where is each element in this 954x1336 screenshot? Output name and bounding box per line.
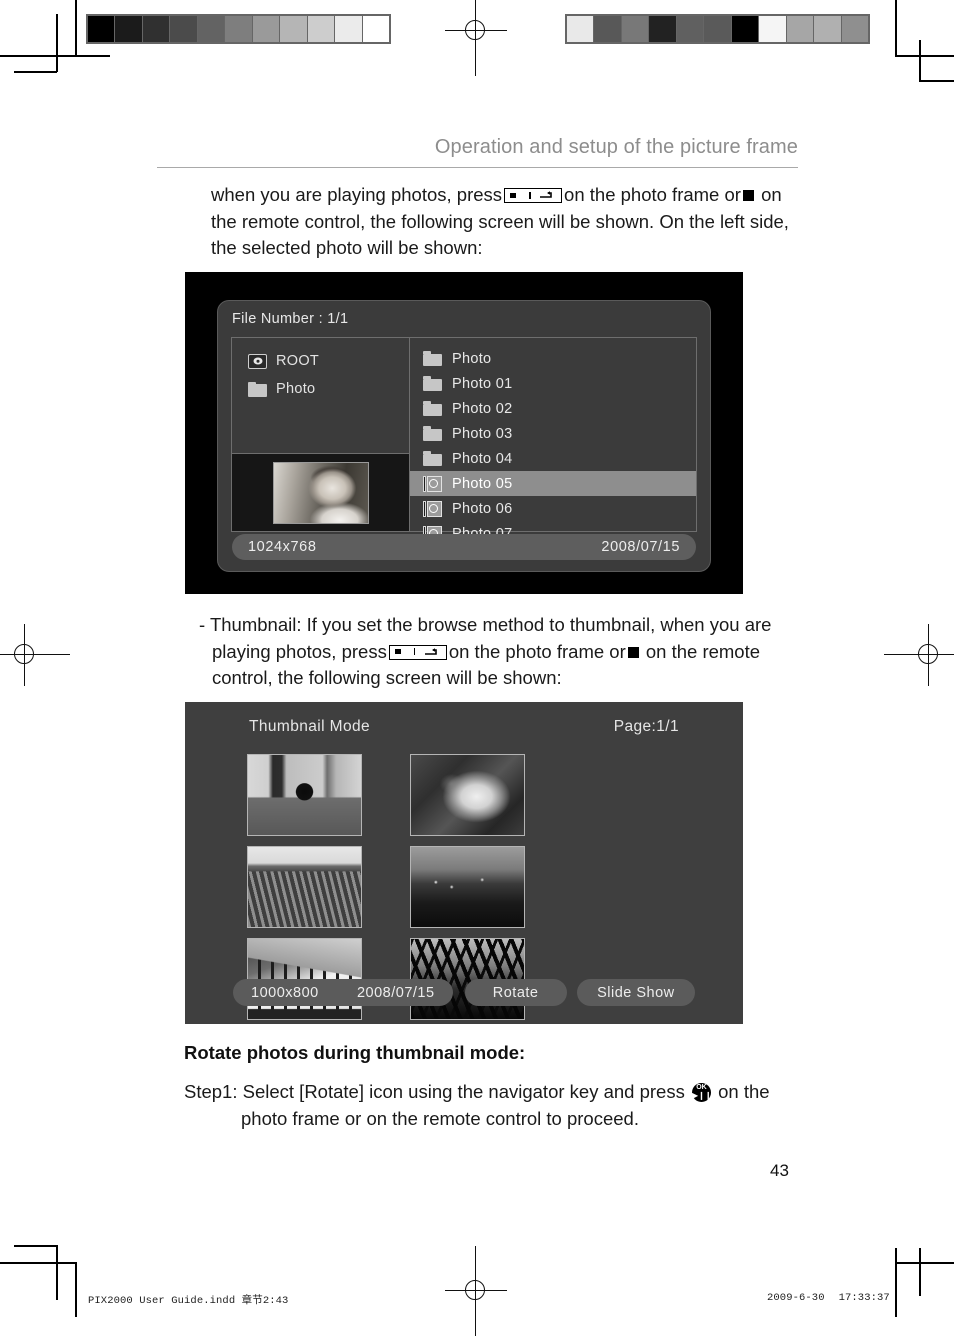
birdhouse-thumbnail[interactable] (247, 754, 362, 836)
file-list-item-label: Photo 05 (452, 475, 513, 492)
selected-photo-preview (272, 461, 369, 524)
status-date: 2008/07/15 (356, 984, 435, 1001)
tree-item-label: ROOT (276, 353, 320, 369)
step1-text-part2: on the (718, 1081, 770, 1102)
photo-frame-button-icon (388, 644, 447, 660)
tree-item-label: Photo (276, 381, 316, 397)
slide-show-button[interactable]: Slide Show (576, 979, 695, 1006)
file-list-item[interactable]: Photo 04 (410, 446, 696, 471)
print-footer-timestamp: 2009-6-30 17:33:37 (767, 1292, 890, 1304)
ok-play-pause-button-icon: OK ▶❙❙ (691, 1083, 712, 1102)
status-resolution: 1024x768 (248, 539, 317, 555)
status-resolution: 1000x800 (251, 984, 319, 1001)
file-browser-panel: File Number : 1/1 ROOT Photo Photo Photo… (217, 300, 711, 572)
directory-tree-pane: ROOT Photo (232, 338, 410, 531)
thumbnail-mode-header: Thumbnail Mode Page:1/1 (185, 718, 743, 736)
preview-pane (232, 453, 409, 531)
manual-page: Operation and setup of the picture frame… (0, 0, 954, 1317)
page-number: 43 (770, 1161, 789, 1180)
rotate-step1-paragraph: Step1: Select [Rotate] icon using the na… (184, 1078, 794, 1132)
intro-paragraph: when you are playing photos, press on the… (211, 182, 801, 262)
night-canal-thumbnail[interactable] (410, 846, 525, 928)
rotate-button-label: Rotate (492, 984, 539, 1001)
tree-item-root[interactable]: ROOT (248, 348, 409, 374)
header-divider (157, 167, 798, 168)
folder-icon (423, 351, 442, 366)
slide-show-button-label: Slide Show (597, 984, 675, 1001)
file-list-item[interactable]: Photo 03 (410, 421, 696, 446)
thumbnail-mode-toolbar: 1000x800 2008/07/15 Rotate Slide Show (185, 979, 743, 1006)
step1-text-line2: photo frame or on the remote control to … (241, 1108, 639, 1129)
file-list-item-label: Photo 04 (452, 450, 513, 467)
thumbnail-page-indicator: Page:1/1 (613, 718, 679, 735)
file-list-item[interactable]: Photo 02 (410, 396, 696, 421)
remote-square-button-icon (742, 190, 754, 201)
photo-frame-button-icon (504, 188, 563, 203)
folder-icon (423, 376, 442, 391)
intro-text-part2: on the photo frame or (564, 184, 741, 205)
file-list-item-label: Photo 03 (452, 425, 513, 442)
step1-text-part1: Step1: Select [Rotate] icon using the na… (184, 1081, 685, 1102)
directory-tree: ROOT Photo (232, 338, 409, 402)
rotate-section-heading: Rotate photos during thumbnail mode: (184, 1042, 526, 1063)
folder-icon (423, 401, 442, 416)
status-date: 2008/07/15 (601, 539, 680, 555)
print-footer-time: 17:33:37 (838, 1292, 890, 1304)
file-browser-status-bar: 1024x768 2008/07/15 (232, 534, 696, 560)
file-list-item-label: Photo 01 (452, 375, 513, 392)
thumbnail-mode-screenshot: Thumbnail Mode Page:1/1 1000x800 2008/07… (185, 702, 743, 1024)
thumbnail-status-pill: 1000x800 2008/07/15 (233, 979, 453, 1006)
crop-field-thumbnail[interactable] (247, 846, 362, 928)
photo-file-icon (423, 475, 442, 492)
thumbnail-text-part2: on the photo frame or (448, 640, 626, 662)
intro-text-part1: when you are playing photos, press (211, 184, 503, 205)
file-list-item-label: Photo 06 (452, 500, 513, 517)
tree-item-photo[interactable]: Photo (248, 376, 409, 402)
thumbnail-paragraph: - Thumbnail: If you set the browse metho… (199, 612, 812, 692)
page-header-title: Operation and setup of the picture frame (434, 136, 798, 158)
photo-file-icon (423, 500, 442, 517)
file-browser-screenshot: File Number : 1/1 ROOT Photo Photo Photo… (185, 272, 743, 594)
disc-icon (248, 353, 267, 369)
file-list-item-label: Photo 02 (452, 400, 513, 417)
file-list-item-selected[interactable]: Photo 05 (410, 471, 696, 496)
remote-square-button-icon (627, 646, 639, 658)
print-footer-date: 2009-6-30 (767, 1292, 825, 1304)
folder-icon (423, 451, 442, 466)
file-list-item-label: Photo (452, 350, 492, 367)
print-footer-filename: PIX2000 User Guide.indd 章节2:43 (88, 1295, 289, 1307)
thumbnail-mode-title: Thumbnail Mode (249, 718, 371, 735)
file-number-label: File Number : 1/1 (232, 311, 349, 327)
file-list-item[interactable]: Photo 06 (410, 496, 696, 521)
file-list-item[interactable]: Photo (410, 346, 696, 371)
file-browser-body: ROOT Photo Photo Photo 01 Photo 02 Photo… (231, 337, 697, 542)
folder-icon (423, 426, 442, 441)
page-header: Operation and setup of the picture frame (157, 136, 798, 158)
file-list-pane: Photo Photo 01 Photo 02 Photo 03 Photo 0… (410, 338, 696, 542)
fox-thumbnail[interactable] (410, 754, 525, 836)
rotate-button[interactable]: Rotate (464, 979, 567, 1006)
file-list-item[interactable]: Photo 01 (410, 371, 696, 396)
folder-icon (248, 381, 267, 397)
